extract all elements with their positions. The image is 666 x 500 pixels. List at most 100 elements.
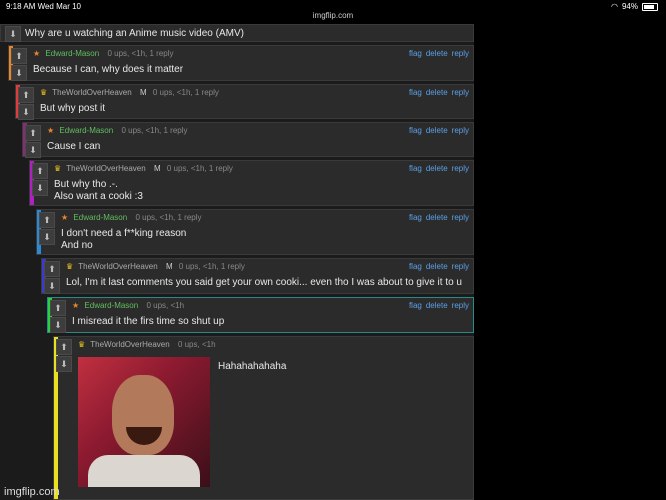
comment-text: Cause I can <box>47 141 101 152</box>
parent-comment: ⬇ Why are u watching an Anime music vide… <box>0 24 474 42</box>
username[interactable]: TheWorldOverHeaven <box>66 164 145 173</box>
comment: ⬆ ⬇ ★ Edward-Mason 0 ups, <1h, 1 reply f… <box>22 122 474 158</box>
url-bar[interactable]: imgflip.com <box>0 11 666 20</box>
delete-link[interactable]: delete <box>426 49 448 58</box>
delete-link[interactable]: delete <box>426 164 448 173</box>
comment-meta: ★ Edward-Mason 0 ups, <1h <box>72 301 184 310</box>
comment-actions: flag delete reply <box>405 301 469 310</box>
crown-icon: ♛ <box>54 164 62 173</box>
comment-stats: 0 ups, <1h <box>146 301 185 310</box>
comment-text: I misread it the firs time so shut up <box>72 316 225 327</box>
comment-actions: flag delete reply <box>405 88 469 97</box>
username[interactable]: Edward-Mason <box>45 49 99 58</box>
reply-link[interactable]: reply <box>452 262 469 271</box>
comment-stats: 0 ups, <1h, 1 reply <box>135 213 202 222</box>
flag-link[interactable]: flag <box>409 88 422 97</box>
comment-stats: 0 ups, <1h <box>177 340 216 349</box>
downvote-button[interactable]: ⬇ <box>32 180 48 196</box>
battery-percent: 94% <box>621 2 638 11</box>
downvote-button[interactable]: ⬇ <box>25 142 41 158</box>
upvote-button[interactable]: ⬆ <box>25 125 41 141</box>
star-icon: ★ <box>33 49 41 58</box>
comment-actions: flag delete reply <box>405 164 469 173</box>
meme-image[interactable] <box>78 357 210 487</box>
reply-link[interactable]: reply <box>452 213 469 222</box>
shirt <box>88 455 200 487</box>
vote-buttons: ⬆ ⬇ <box>39 212 55 245</box>
comment-meta: ♛ TheWorldOverHeaven M 0 ups, <1h, 1 rep… <box>40 88 219 97</box>
reply-link[interactable]: reply <box>452 164 469 173</box>
comment-actions: flag delete reply <box>405 49 469 58</box>
mod-badge: M <box>153 164 161 173</box>
delete-link[interactable]: delete <box>426 262 448 271</box>
comment: ⬆ ⬇ ★ Edward-Mason 0 ups, <1h flag delete… <box>47 297 474 333</box>
delete-link[interactable]: delete <box>426 88 448 97</box>
comment-stats: 0 ups, <1h, 1 reply <box>107 49 174 58</box>
vote-buttons: ⬆ ⬇ <box>25 125 41 158</box>
username[interactable]: TheWorldOverHeaven <box>78 262 157 271</box>
upvote-button[interactable]: ⬆ <box>11 48 27 64</box>
status-bar: 9:18 AM Wed Mar 10 imgflip.com ◠ 94% <box>0 0 666 20</box>
comment-text: Because I can, why does it matter <box>33 64 184 75</box>
status-time: 9:18 AM Wed Mar 10 <box>6 2 81 11</box>
comment-actions: flag delete reply <box>405 262 469 271</box>
comment-meta: ♛ TheWorldOverHeaven M 0 ups, <1h, 1 rep… <box>66 262 245 271</box>
downvote-button[interactable]: ⬇ <box>5 26 21 42</box>
vote-buttons: ⬆ ⬇ <box>44 261 60 294</box>
downvote-button[interactable]: ⬇ <box>50 317 66 333</box>
reply-link[interactable]: reply <box>452 301 469 310</box>
comment-text: But why tho .-. Also want a cooki :3 <box>54 179 143 202</box>
comment: ⬆ ⬇ ♛ TheWorldOverHeaven M 0 ups, <1h, 1… <box>29 160 474 206</box>
comment-text: Why are u watching an Anime music video … <box>25 28 244 39</box>
downvote-button[interactable]: ⬇ <box>39 229 55 245</box>
crown-icon: ♛ <box>40 88 48 97</box>
reply-link[interactable]: reply <box>452 126 469 135</box>
flag-link[interactable]: flag <box>409 213 422 222</box>
username[interactable]: Edward-Mason <box>84 301 138 310</box>
comment-meta: ★ Edward-Mason 0 ups, <1h, 1 reply <box>33 49 174 58</box>
username[interactable]: TheWorldOverHeaven <box>52 88 131 97</box>
comment: ⬆ ⬇ ♛ TheWorldOverHeaven 0 ups, <1h Haha… <box>53 336 474 500</box>
upvote-button[interactable]: ⬆ <box>50 300 66 316</box>
comment-text: But why post it <box>40 103 106 114</box>
status-right: ◠ 94% <box>611 2 658 11</box>
reply-link[interactable]: reply <box>452 49 469 58</box>
downvote-button[interactable]: ⬇ <box>56 356 72 372</box>
delete-link[interactable]: delete <box>426 213 448 222</box>
upvote-button[interactable]: ⬆ <box>39 212 55 228</box>
upvote-button[interactable]: ⬆ <box>44 261 60 277</box>
downvote-button[interactable]: ⬇ <box>11 65 27 81</box>
vote-buttons: ⬆ ⬇ <box>32 163 48 196</box>
downvote-button[interactable]: ⬇ <box>44 278 60 294</box>
flag-link[interactable]: flag <box>409 301 422 310</box>
username[interactable]: Edward-Mason <box>73 213 127 222</box>
username[interactable]: TheWorldOverHeaven <box>90 340 169 349</box>
imgflip-watermark: imgflip.com <box>4 486 60 498</box>
flag-link[interactable]: flag <box>409 126 422 135</box>
star-icon: ★ <box>72 301 80 310</box>
comment-actions: flag delete reply <box>405 126 469 135</box>
comment-thread: ⬇ Why are u watching an Anime music vide… <box>0 24 474 500</box>
mod-badge: M <box>165 262 173 271</box>
comment: ⬆ ⬇ ★ Edward-Mason 0 ups, <1h, 1 reply f… <box>36 209 474 255</box>
flag-link[interactable]: flag <box>409 49 422 58</box>
flag-link[interactable]: flag <box>409 262 422 271</box>
comment-text: Hahahahahaha <box>218 361 287 372</box>
reply-link[interactable]: reply <box>452 88 469 97</box>
comment-meta: ★ Edward-Mason 0 ups, <1h, 1 reply <box>47 126 188 135</box>
comment-text: I don't need a f**king reason And no <box>61 228 187 251</box>
mod-badge: M <box>139 88 147 97</box>
delete-link[interactable]: delete <box>426 301 448 310</box>
delete-link[interactable]: delete <box>426 126 448 135</box>
star-icon: ★ <box>61 213 69 222</box>
vote-buttons: ⬆ ⬇ <box>18 87 34 120</box>
upvote-button[interactable]: ⬆ <box>32 163 48 179</box>
upvote-button[interactable]: ⬆ <box>18 87 34 103</box>
comment-text: Lol, I'm it last comments you said get y… <box>66 277 462 288</box>
downvote-button[interactable]: ⬇ <box>18 104 34 120</box>
vote-buttons: ⬆ ⬇ <box>50 300 66 333</box>
comment: ⬆ ⬇ ★ Edward-Mason 0 ups, <1h, 1 reply f… <box>8 45 474 81</box>
username[interactable]: Edward-Mason <box>59 126 113 135</box>
flag-link[interactable]: flag <box>409 164 422 173</box>
upvote-button[interactable]: ⬆ <box>56 339 72 355</box>
